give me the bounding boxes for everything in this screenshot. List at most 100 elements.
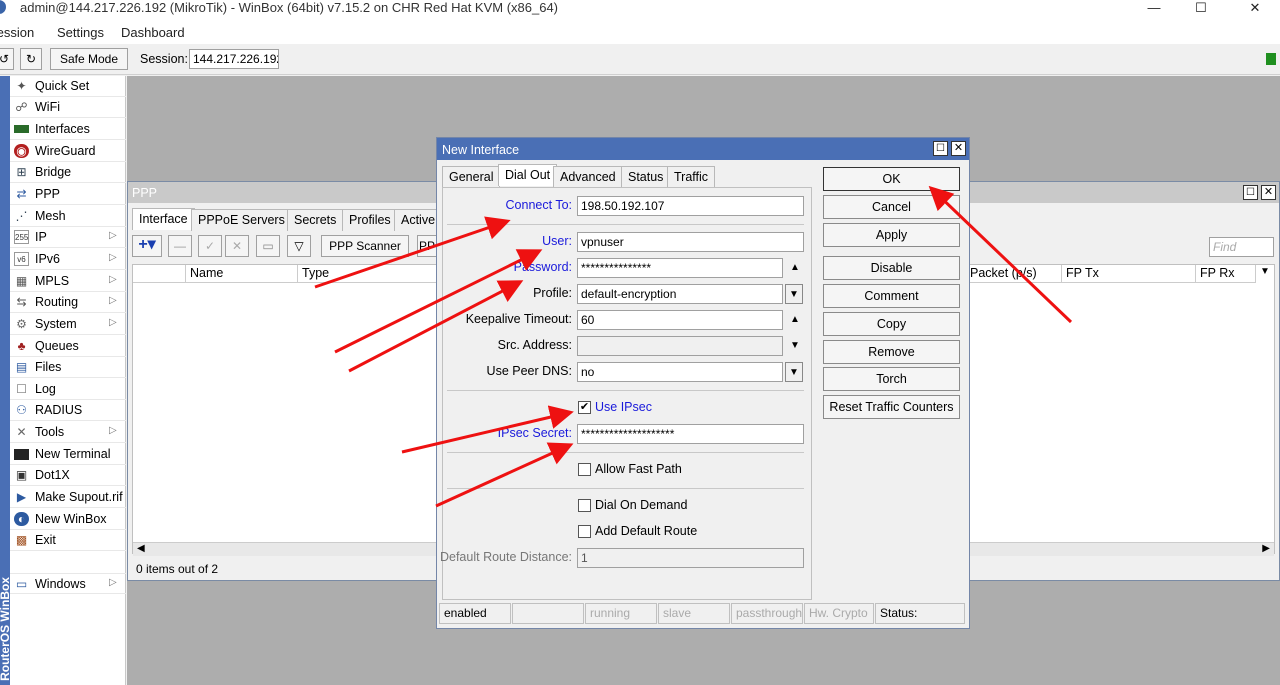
- src-address-expand-icon[interactable]: ▼: [785, 336, 805, 356]
- menu-dashboard[interactable]: Dashboard: [121, 25, 185, 40]
- sidebar-item-label: Mesh: [35, 209, 66, 223]
- add-button[interactable]: +▾: [132, 235, 162, 257]
- submenu-arrow-icon: ▷: [109, 577, 117, 588]
- sidebar-item-new-winbox[interactable]: ◐ New WinBox: [10, 509, 126, 530]
- ppp-tab-profiles[interactable]: Profiles: [342, 209, 398, 231]
- sidebar-item-new-terminal[interactable]: New Terminal: [10, 444, 126, 465]
- sidebar-item-tools[interactable]: ✕ Tools ▷: [10, 422, 126, 443]
- dot1x-icon: ▣: [15, 468, 28, 482]
- password-input[interactable]: ***************: [577, 258, 783, 278]
- sidebar-item-log[interactable]: ☐ Log: [10, 379, 126, 400]
- sidebar-item-system[interactable]: ⚙ System ▷: [10, 314, 126, 335]
- dialog-maximize-icon[interactable]: ☐: [933, 141, 948, 156]
- apply-button[interactable]: Apply: [823, 223, 960, 247]
- allow-fast-path-checkbox[interactable]: [578, 463, 591, 476]
- ppp-tab-active[interactable]: Active: [394, 209, 443, 231]
- ppp-scanner-button[interactable]: PPP Scanner: [321, 235, 409, 257]
- column-header-type[interactable]: Type: [298, 265, 438, 283]
- user-input[interactable]: vpnuser: [577, 232, 804, 252]
- column-header-blank[interactable]: [133, 265, 186, 283]
- column-menu-icon[interactable]: ▼: [1260, 266, 1270, 277]
- sidebar-item-windows[interactable]: ▭ Windows ▷: [10, 573, 126, 594]
- profile-dropdown-icon[interactable]: ▼: [785, 284, 803, 304]
- menu-settings[interactable]: Settings: [57, 25, 104, 40]
- disable-button[interactable]: ✕: [225, 235, 249, 257]
- close-icon[interactable]: ✕: [1232, 0, 1278, 15]
- ppp-maximize-icon[interactable]: ☐: [1243, 185, 1258, 200]
- remove-button[interactable]: —: [168, 235, 192, 257]
- dialog-close-icon[interactable]: ✕: [951, 141, 966, 156]
- use-peer-dns-dropdown-icon[interactable]: ▼: [785, 362, 803, 382]
- sidebar-item-label: Tools: [35, 425, 65, 439]
- find-input[interactable]: Find: [1209, 237, 1274, 257]
- sidebar-item-bridge[interactable]: ⊞ Bridge: [10, 162, 126, 183]
- sidebar-item-wireguard[interactable]: ◉ WireGuard: [10, 141, 126, 162]
- keepalive-input[interactable]: 60: [577, 310, 783, 330]
- connect-to-input[interactable]: 198.50.192.107: [577, 196, 804, 216]
- cancel-button[interactable]: Cancel: [823, 195, 960, 219]
- ppp-tab-interface[interactable]: Interface: [132, 208, 195, 230]
- undo-button[interactable]: ↺: [0, 48, 14, 70]
- reset-traffic-counters-button[interactable]: Reset Traffic Counters: [823, 395, 960, 419]
- column-header-fp-tx[interactable]: FP Tx: [1062, 265, 1196, 283]
- keepalive-collapse-icon[interactable]: ▲: [785, 310, 805, 330]
- terminal-icon: [14, 449, 29, 460]
- session-field[interactable]: 144.217.226.192: [189, 49, 279, 69]
- redo-button[interactable]: ↻: [20, 48, 42, 70]
- sidebar-item-mesh[interactable]: ⋰ Mesh: [10, 206, 126, 227]
- dialog-tab-general[interactable]: General: [442, 166, 501, 188]
- disable-button[interactable]: Disable: [823, 256, 960, 280]
- torch-button[interactable]: Torch: [823, 367, 960, 391]
- dial-on-demand-checkbox[interactable]: [578, 499, 591, 512]
- sidebar-item-quick-set[interactable]: ✦ Quick Set: [10, 76, 126, 97]
- safe-mode-button[interactable]: Safe Mode: [50, 48, 128, 70]
- ok-button[interactable]: OK: [823, 167, 960, 191]
- comment-button[interactable]: Comment: [823, 284, 960, 308]
- scroll-right-icon[interactable]: ▶: [1262, 543, 1270, 554]
- status-slave: slave: [658, 603, 730, 624]
- ppp-icon: ⇄: [16, 187, 27, 201]
- sidebar-item-files[interactable]: ▤ Files: [10, 357, 126, 378]
- maximize-icon[interactable]: ☐: [1178, 0, 1224, 15]
- minimize-icon[interactable]: —: [1131, 0, 1177, 15]
- filter-button[interactable]: ▽: [287, 235, 311, 257]
- sidebar-item-exit[interactable]: ▩ Exit: [10, 530, 126, 551]
- sidebar-item-radius[interactable]: ⚇ RADIUS: [10, 400, 126, 421]
- menu-session[interactable]: Session: [0, 25, 34, 40]
- enable-button[interactable]: ✓: [198, 235, 222, 257]
- column-header-name[interactable]: Name: [186, 265, 298, 283]
- default-route-distance-input[interactable]: 1: [577, 548, 804, 568]
- pp-button[interactable]: PP: [417, 235, 437, 257]
- scroll-left-icon[interactable]: ◀: [137, 543, 145, 554]
- use-peer-dns-select[interactable]: no: [577, 362, 783, 382]
- ppp-tab-pppoe-servers[interactable]: PPPoE Servers: [191, 209, 292, 231]
- src-address-input[interactable]: [577, 336, 783, 356]
- sidebar-item-wifi[interactable]: ☍ WiFi: [10, 97, 126, 118]
- password-toggle-icon[interactable]: ▲: [785, 258, 805, 278]
- sidebar-item-ip[interactable]: 255 IP ▷: [10, 227, 126, 248]
- sidebar-item-dot1x[interactable]: ▣ Dot1X: [10, 465, 126, 486]
- dialog-tab-dial-out[interactable]: Dial Out: [498, 164, 558, 186]
- ppp-tab-secrets[interactable]: Secrets: [287, 209, 344, 231]
- dialog-tab-traffic[interactable]: Traffic: [667, 166, 716, 188]
- remove-button[interactable]: Remove: [823, 340, 960, 364]
- add-default-route-checkbox[interactable]: [578, 525, 591, 538]
- use-ipsec-checkbox[interactable]: ✔: [578, 401, 591, 414]
- sidebar-item-ppp[interactable]: ⇄ PPP: [10, 184, 126, 205]
- ppp-close-icon[interactable]: ✕: [1261, 185, 1276, 200]
- ipsec-secret-input[interactable]: ********************: [577, 424, 804, 444]
- dialog-tab-status[interactable]: Status: [621, 166, 671, 188]
- sidebar-item-make-supout[interactable]: ▶ Make Supout.rif: [10, 487, 126, 508]
- column-header-packet-rate[interactable]: Packet (p/s): [966, 265, 1062, 283]
- sidebar-item-queues[interactable]: ♣ Queues: [10, 336, 126, 357]
- copy-button[interactable]: Copy: [823, 312, 960, 336]
- comment-button[interactable]: ▭: [256, 235, 280, 257]
- sidebar-item-interfaces[interactable]: Interfaces: [10, 119, 126, 140]
- profile-select[interactable]: default-encryption: [577, 284, 783, 304]
- sidebar-item-mpls[interactable]: ▦ MPLS ▷: [10, 271, 126, 292]
- sidebar-item-ipv6[interactable]: v6 IPv6 ▷: [10, 249, 126, 270]
- column-header-fp-rx[interactable]: FP Rx: [1196, 265, 1256, 283]
- sidebar-item-routing[interactable]: ⇆ Routing ▷: [10, 292, 126, 313]
- find-placeholder: Find: [1213, 240, 1237, 254]
- dialog-tab-advanced[interactable]: Advanced: [553, 166, 623, 188]
